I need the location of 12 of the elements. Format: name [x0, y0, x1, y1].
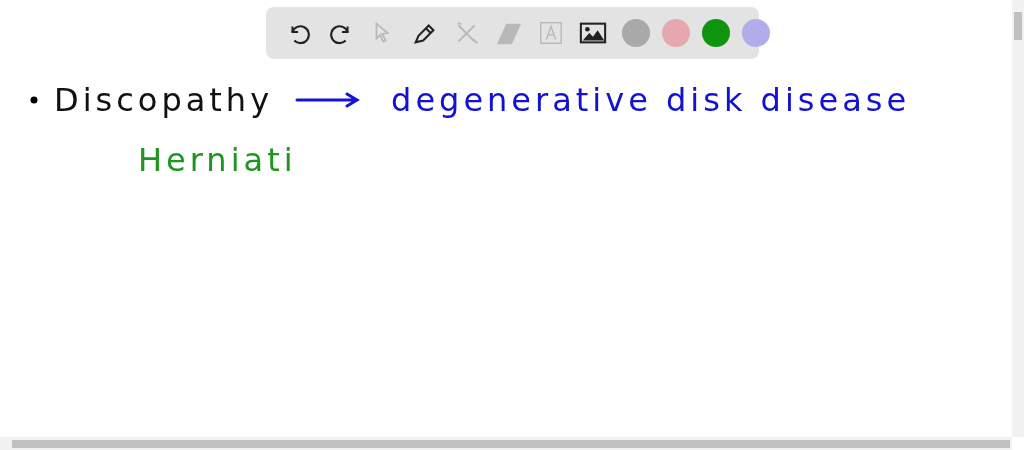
- text-icon: [537, 19, 565, 47]
- color-swatch[interactable]: [702, 19, 730, 47]
- scrollbar-thumb[interactable]: [1014, 12, 1022, 40]
- color-swatch[interactable]: [662, 19, 690, 47]
- vertical-scrollbar[interactable]: [1012, 0, 1024, 437]
- handwritten-text: Discopathy: [54, 84, 274, 116]
- scrollbar-thumb[interactable]: [12, 440, 1010, 448]
- color-swatch[interactable]: [742, 19, 770, 47]
- handwritten-text: degenerative disk disease: [391, 84, 911, 116]
- handwritten-text: Herniati: [138, 144, 297, 176]
- horizontal-scrollbar[interactable]: [0, 437, 1012, 450]
- color-swatch[interactable]: [622, 19, 650, 47]
